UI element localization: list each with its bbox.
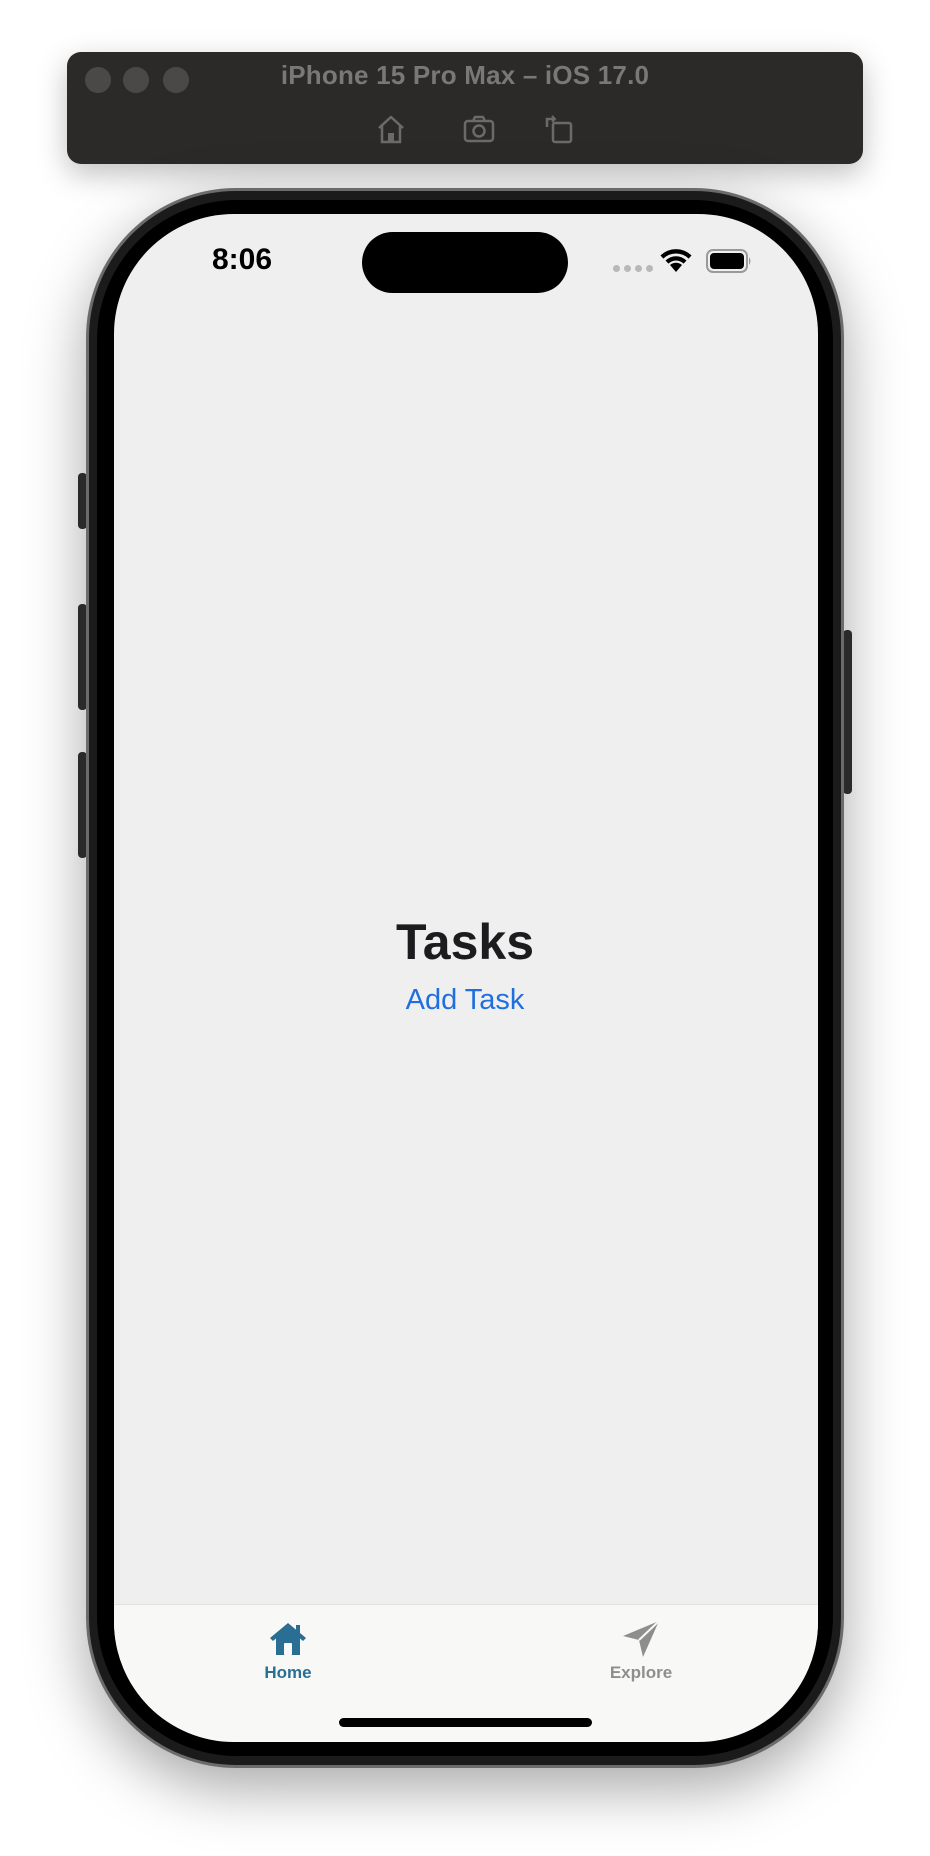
screenshot-icon[interactable] [461, 111, 497, 147]
rotate-icon[interactable] [541, 111, 577, 147]
dynamic-island [362, 232, 568, 293]
power-button [843, 630, 852, 794]
page-title: Tasks [395, 914, 535, 970]
home-icon[interactable] [373, 111, 409, 147]
tab-explore-label: Explore [609, 1663, 673, 1682]
tab-home[interactable]: Home [208, 1605, 368, 1695]
paper-plane-icon [623, 1620, 660, 1657]
status-time: 8:06 [212, 243, 273, 276]
home-indicator[interactable] [339, 1718, 592, 1727]
wifi-icon [660, 249, 692, 272]
tab-home-label: Home [264, 1663, 312, 1682]
home-icon [270, 1623, 306, 1655]
simulator-stage: iPhone 15 Pro Max – iOS 17.0 8:06 Tasks … [0, 0, 930, 1856]
tab-explore[interactable]: Explore [561, 1605, 721, 1695]
app-screen [114, 214, 818, 1741]
cellular-signal-icon [613, 265, 653, 272]
add-task-button[interactable]: Add Task [0, 984, 930, 1017]
battery-icon [706, 249, 751, 273]
simulator-title: iPhone 15 Pro Max – iOS 17.0 [280, 60, 650, 90]
